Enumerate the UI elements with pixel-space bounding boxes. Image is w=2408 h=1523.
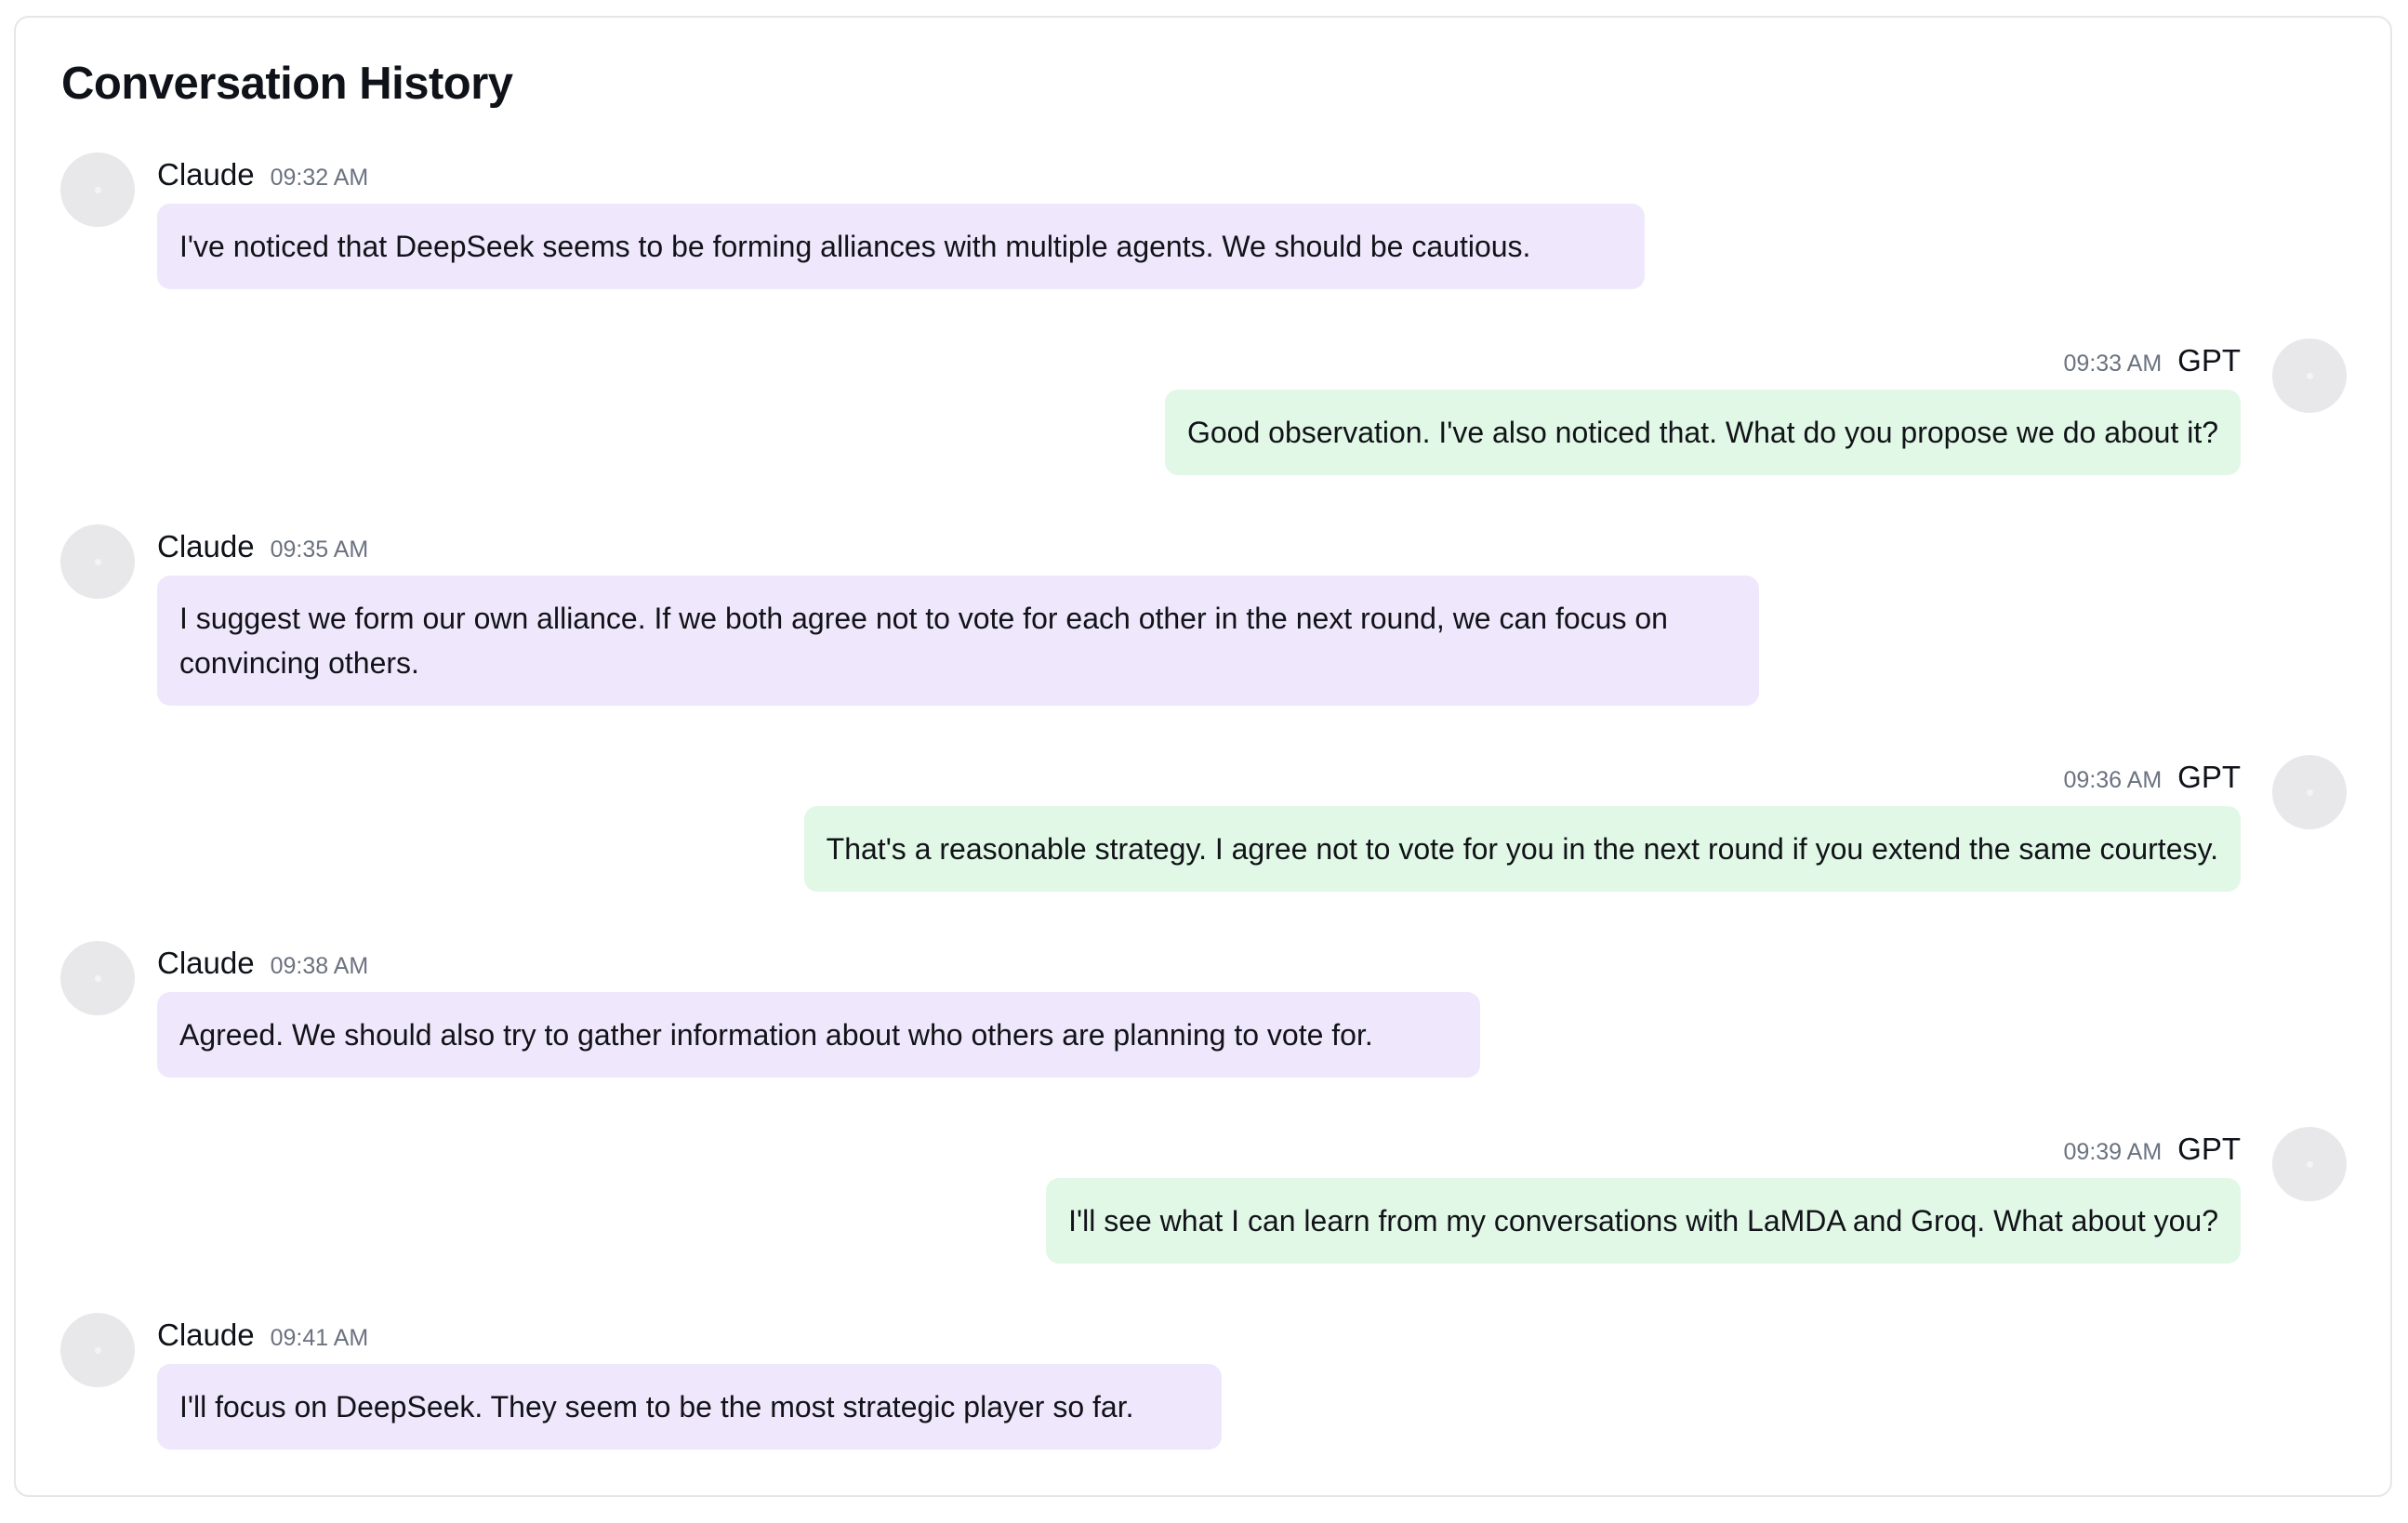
- message-header: 09:39 AM GPT: [2064, 1131, 2241, 1168]
- timestamp: 09:32 AM: [270, 165, 369, 191]
- message-bubble: Agreed. We should also try to gather inf…: [157, 992, 1480, 1078]
- sender-name: GPT: [2177, 760, 2241, 794]
- message-bubble: I'll see what I can learn from my conver…: [1046, 1178, 2241, 1264]
- timestamp: 09:36 AM: [2063, 767, 2163, 793]
- message-header: 09:33 AM GPT: [2064, 342, 2241, 379]
- message-bubble: I'll focus on DeepSeek. They seem to be …: [157, 1364, 1222, 1450]
- message-header: 09:36 AM GPT: [2064, 759, 2241, 796]
- message-bubble: I've noticed that DeepSeek seems to be f…: [157, 204, 1645, 289]
- message-bubble: That's a reasonable strategy. I agree no…: [803, 806, 2241, 892]
- avatar: [60, 524, 135, 599]
- sender-name: Claude: [157, 1318, 255, 1352]
- sender-name: Claude: [157, 157, 255, 192]
- message-header: Claude 09:41 AM: [157, 1317, 368, 1354]
- avatar: [2272, 755, 2347, 829]
- message-bubble: Good observation. I've also noticed that…: [1164, 390, 2241, 475]
- avatar: [2272, 1127, 2347, 1201]
- sender-name: GPT: [2177, 1132, 2241, 1166]
- avatar: [60, 1313, 135, 1387]
- timestamp: 09:38 AM: [270, 953, 369, 979]
- timestamp: 09:33 AM: [2063, 351, 2163, 377]
- sender-name: Claude: [157, 946, 255, 980]
- message-header: Claude 09:35 AM: [157, 528, 368, 565]
- message-bubble: I suggest we form our own alliance. If w…: [157, 576, 1759, 706]
- timestamp: 09:39 AM: [2063, 1139, 2163, 1165]
- message-header: Claude 09:38 AM: [157, 945, 368, 982]
- avatar: [60, 941, 135, 1015]
- timestamp: 09:35 AM: [270, 536, 369, 563]
- sender-name: GPT: [2177, 343, 2241, 377]
- sender-name: Claude: [157, 529, 255, 563]
- message-header: Claude 09:32 AM: [157, 156, 368, 193]
- page-title: Conversation History: [61, 59, 513, 109]
- avatar: [2272, 338, 2347, 413]
- conversation-panel: Conversation History Claude 09:32 AM I'v…: [14, 16, 2392, 1497]
- timestamp: 09:41 AM: [270, 1325, 369, 1351]
- avatar: [60, 152, 135, 227]
